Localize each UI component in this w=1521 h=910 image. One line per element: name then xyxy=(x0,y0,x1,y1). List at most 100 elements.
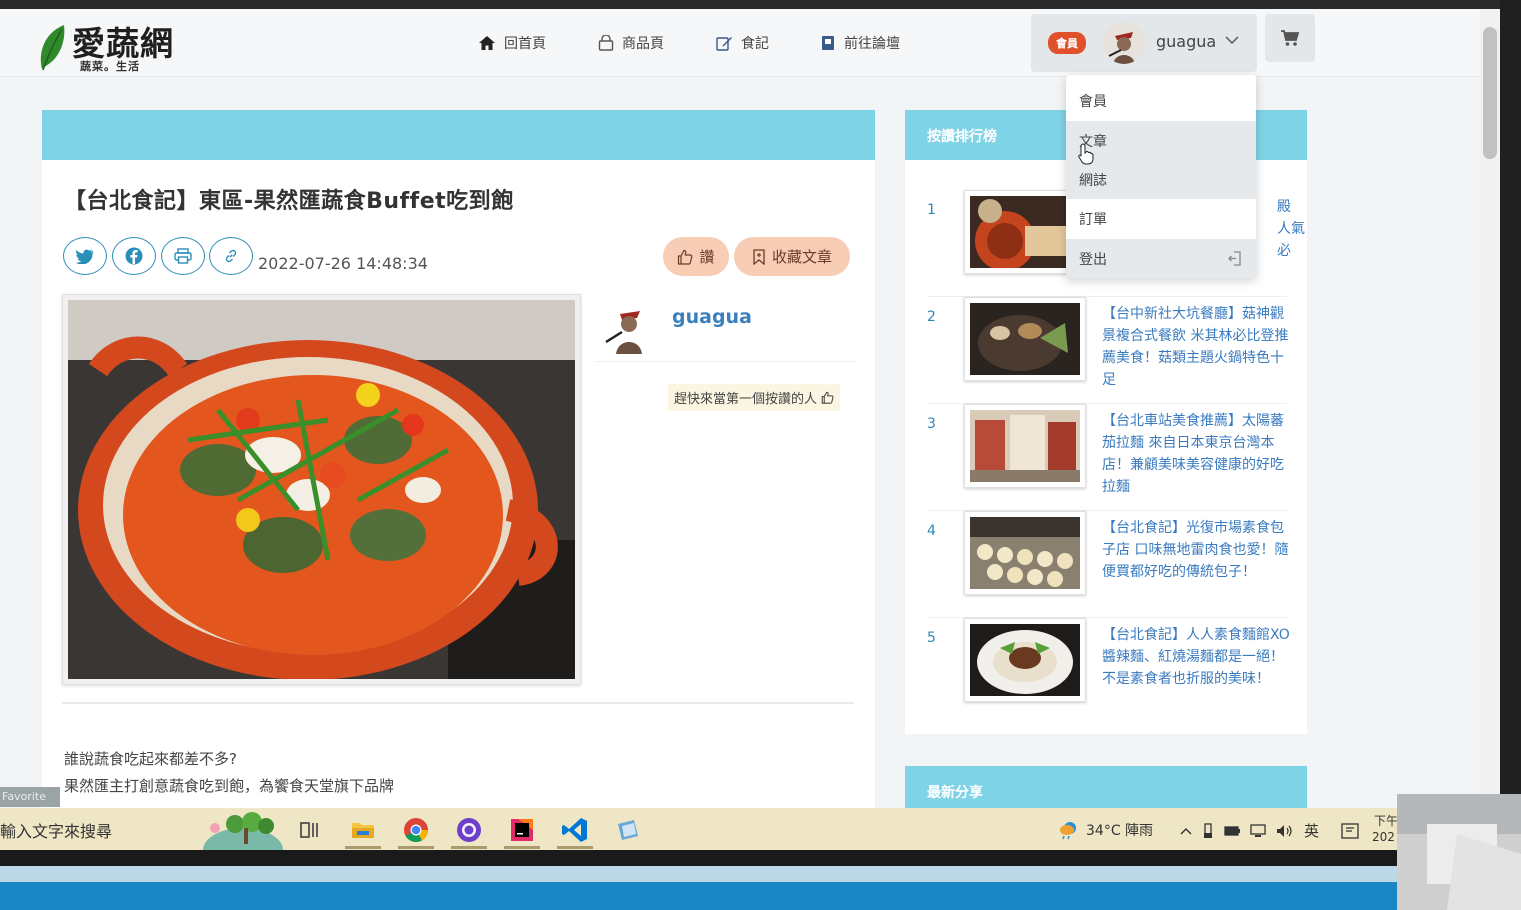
edit-icon xyxy=(716,37,732,51)
logo-subtitle: 蔬菜。生活 xyxy=(80,60,140,73)
taskbar-active-indicator xyxy=(345,846,381,849)
system-tray: 英 xyxy=(1180,820,1359,841)
desk-blue-band xyxy=(0,882,1400,910)
latest-share-title: 最新分享 xyxy=(927,785,983,801)
ranking-number: 2 xyxy=(927,309,936,325)
weather-widget[interactable]: 34°C 陣雨 xyxy=(1058,820,1153,840)
share-twitter-button[interactable] xyxy=(63,237,107,275)
copy-link-button[interactable] xyxy=(209,237,253,275)
article-body-line: 誰說蔬食吃起來都差不多? xyxy=(64,750,237,768)
ranking-item[interactable]: 2 【台中新社大坑餐廳】菇神觀景複合式餐飲 米其林必比登推薦美食！菇類主題火鍋特… xyxy=(927,297,1289,404)
chrome-icon[interactable] xyxy=(402,816,430,844)
dropdown-item-member[interactable]: 會員 xyxy=(1066,81,1256,120)
site-logo[interactable]: 愛蔬網 蔬菜。生活 xyxy=(38,17,198,75)
scrollbar-thumb[interactable] xyxy=(1483,27,1497,159)
ranking-number: 1 xyxy=(927,202,936,218)
taskbar-search-input[interactable]: 輸入文字來搜尋 xyxy=(0,818,112,842)
weather-text: 34°C 陣雨 xyxy=(1086,823,1154,839)
taskbar-active-indicator xyxy=(398,846,434,849)
notification-icon[interactable] xyxy=(1341,822,1359,840)
ranking-item[interactable]: 5 【台北食記】人人素食麵館XO醬辣麵、紅燒湯麵都是一絕！不是素食者也折服的美味… xyxy=(927,618,1290,725)
user-avatar xyxy=(1103,22,1145,64)
thumb-up-icon xyxy=(678,249,693,265)
nav-food-notes-link[interactable]: 食記 xyxy=(716,33,769,53)
file-explorer-icon[interactable] xyxy=(349,816,377,844)
print-icon xyxy=(174,248,192,264)
ranking-number: 3 xyxy=(927,416,936,432)
home-icon xyxy=(479,36,495,50)
ranking-item[interactable]: 4 【台北食記】光復市場素食包子店 口味無地雷肉食也愛！隨便買都好吃的傳統包子！ xyxy=(927,511,1289,618)
bookmark-icon xyxy=(753,248,765,265)
member-menu-toggle[interactable]: 會員 guagua xyxy=(1031,14,1257,72)
network-icon[interactable] xyxy=(1250,823,1266,838)
dropdown-item-blog[interactable]: 網誌 xyxy=(1066,160,1256,199)
bookmark-label: 收藏文章 xyxy=(771,248,832,266)
clock-date[interactable]: 202 xyxy=(1372,830,1395,844)
article-photo xyxy=(62,294,581,685)
ranking-thumbnail[interactable] xyxy=(964,297,1086,381)
bookmark-button[interactable]: 收藏文章 xyxy=(734,237,850,276)
app-window-icon[interactable] xyxy=(614,816,642,844)
desk-blue-band-edge xyxy=(0,866,1400,882)
task-view-icon[interactable] xyxy=(296,816,324,844)
ranking-title-text: 【台北車站美食推薦】太陽蕃茄拉麵 來自日本東京台灣本店！兼顧美味美容健康的好吃拉… xyxy=(1102,413,1284,495)
ranking-title-text: 【台中新社大坑餐廳】菇神觀景複合式餐飲 米其林必比登推薦美食！菇類主題火鍋特色十… xyxy=(1102,306,1289,388)
ranking-title-text: 【台北食記】光復市場素食包子店 口味無地雷肉食也愛！隨便買都好吃的傳統包子！ xyxy=(1102,520,1289,580)
dropdown-item-orders[interactable]: 訂單 xyxy=(1066,199,1256,238)
ranking-thumbnail[interactable] xyxy=(964,618,1086,702)
ranking-thumbnail[interactable] xyxy=(964,404,1086,488)
clock-time[interactable]: 下午 xyxy=(1374,812,1398,829)
cart-button[interactable] xyxy=(1265,14,1315,62)
print-button[interactable] xyxy=(161,237,205,275)
share-facebook-button[interactable] xyxy=(112,237,156,275)
top-navbar: 愛蔬網 蔬菜。生活 回首頁 商品頁 食記 前往論壇 會員 guagua xyxy=(0,9,1480,77)
volume-icon[interactable] xyxy=(1276,824,1294,838)
author-name[interactable]: guagua xyxy=(672,306,752,328)
ranking-thumbnail[interactable] xyxy=(964,511,1086,595)
browser-top-strip xyxy=(0,0,1500,9)
github-desktop-icon[interactable] xyxy=(455,816,483,844)
nav-products-link[interactable]: 商品頁 xyxy=(598,33,664,53)
ranking-item[interactable]: 3 【台北車站美食推薦】太陽蕃茄拉麵 來自日本東京台灣本店！兼顧美味美容健康的好… xyxy=(927,404,1287,511)
article-body-line: 果然匯主打創意蔬食吃到飽，為饗食天堂旗下品牌 xyxy=(64,777,395,795)
first-like-prompt: 趕快來當第一個按讚的人 xyxy=(668,384,841,411)
ranking-number: 5 xyxy=(927,630,936,646)
search-highlight-art-icon xyxy=(203,812,283,850)
intellij-icon[interactable] xyxy=(508,816,536,844)
taskbar-active-indicator xyxy=(451,846,487,849)
dropdown-item-logout[interactable]: 登出 xyxy=(1066,239,1256,278)
ranking-title: 按讚排行榜 xyxy=(927,129,997,145)
favorite-tag[interactable]: Favorite xyxy=(0,787,60,807)
logout-label: 登出 xyxy=(1079,251,1107,268)
weather-rain-icon xyxy=(1060,822,1076,840)
latest-share-card: 最新分享 xyxy=(905,766,1307,808)
ranking-title-text: 【台北食記】人人素食麵館XO醬辣麵、紅燒湯麵都是一絕！不是素食者也折服的美味！ xyxy=(1102,627,1290,687)
article-date: 2022-07-26 14:48:34 xyxy=(258,254,428,273)
like-button[interactable]: 讚 xyxy=(663,237,729,276)
page-scrollbar[interactable] xyxy=(1480,9,1500,808)
member-dropdown-menu: 會員 文章 網誌 訂單 登出 xyxy=(1066,75,1256,278)
taskbar-active-indicator xyxy=(504,846,540,849)
nav-food-notes-label: 食記 xyxy=(741,36,769,52)
article-title: 【台北食記】東區-果然匯蔬食Buffet吃到飽 xyxy=(64,189,514,214)
ime-indicator[interactable]: 英 xyxy=(1304,820,1319,841)
article-body-divider xyxy=(62,702,854,704)
book-icon xyxy=(822,36,834,50)
chevron-up-icon[interactable] xyxy=(1180,827,1192,835)
facebook-icon xyxy=(125,247,143,265)
nav-forum-link[interactable]: 前往論壇 xyxy=(820,33,900,53)
vscode-icon[interactable] xyxy=(561,816,589,844)
cart-icon xyxy=(1281,30,1300,46)
nav-home-label: 回首頁 xyxy=(504,36,546,52)
mouse-cursor-icon xyxy=(1078,143,1094,165)
author-avatar xyxy=(602,302,654,354)
leaf-logo-icon xyxy=(40,25,65,71)
dropdown-item-articles[interactable]: 文章 xyxy=(1066,121,1256,160)
webcam-overlay xyxy=(1397,794,1521,910)
battery-icon[interactable] xyxy=(1224,825,1240,836)
article-card-header xyxy=(42,110,875,160)
usb-icon[interactable] xyxy=(1202,822,1214,839)
ranking-number: 4 xyxy=(927,523,936,539)
nav-home-link[interactable]: 回首頁 xyxy=(478,33,546,53)
browser-viewport: 愛蔬網 蔬菜。生活 回首頁 商品頁 食記 前往論壇 會員 guagua 【台北食… xyxy=(0,0,1500,808)
